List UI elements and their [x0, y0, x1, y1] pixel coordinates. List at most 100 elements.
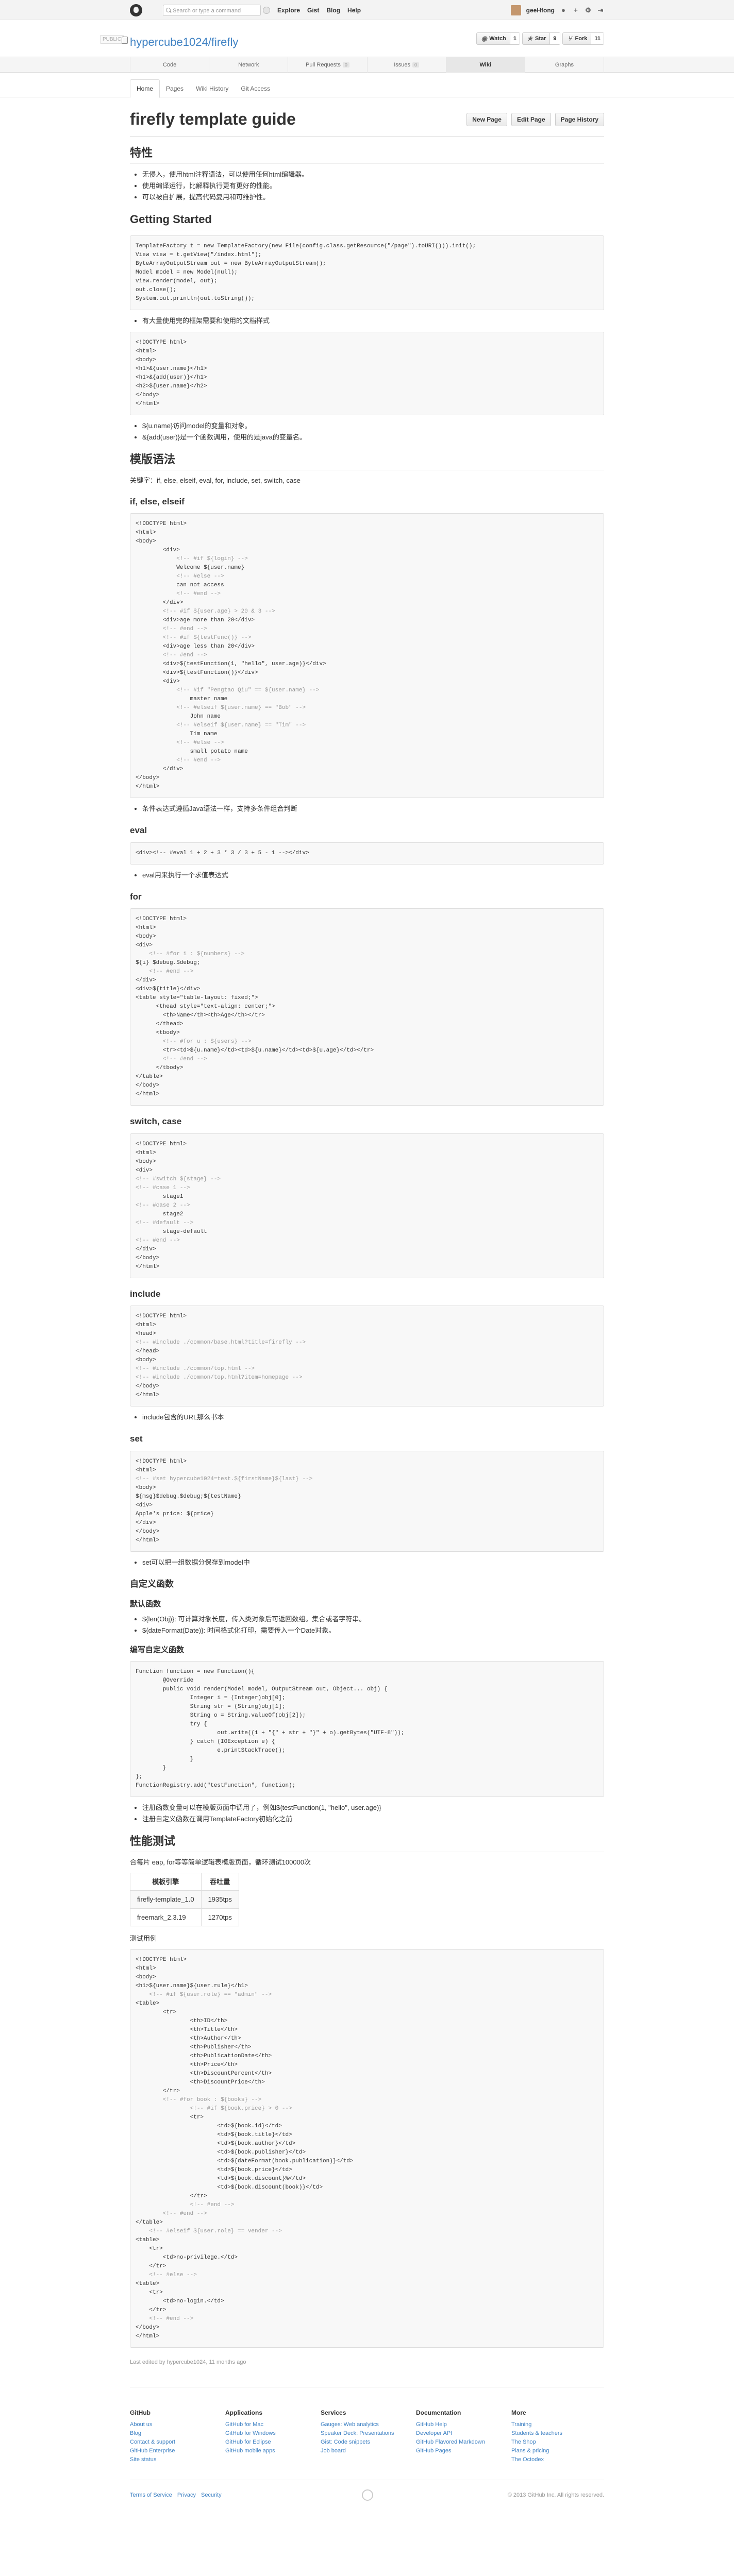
footer-link[interactable]: GitHub Enterprise — [130, 2447, 220, 2455]
code-line: <body> — [136, 934, 156, 940]
footer-link[interactable]: Job board — [321, 2447, 411, 2455]
security-link[interactable]: Security — [201, 2491, 222, 2500]
footer-columns: GitHub About us Blog Contact & support GitHu… — [130, 2408, 604, 2464]
tab-issues[interactable]: Issues 0 — [368, 57, 446, 73]
footer-link[interactable]: The Shop — [511, 2438, 602, 2447]
tab-code[interactable]: Code — [130, 57, 210, 73]
function-notes: 注册函数变量可以在模版页面中调用了，例如${testFunction(1, "h… — [142, 1802, 604, 1825]
github-logo-icon[interactable] — [130, 4, 142, 16]
code-line: }; — [136, 1774, 143, 1780]
footer-link[interactable]: GitHub Help — [416, 2420, 506, 2429]
code-line: <!-- #for i : ${numbers} --> — [136, 951, 245, 957]
tab-network[interactable]: Network — [209, 57, 289, 73]
tab-wiki[interactable]: Wiki — [446, 57, 525, 73]
star-count[interactable]: 9 — [549, 33, 560, 44]
search-scope-toggle-icon[interactable] — [263, 6, 270, 14]
code-block: TemplateFactory t = new TemplateFactory(… — [130, 235, 604, 310]
code-line: <!-- #include ./common/base.html?title=f… — [136, 1340, 306, 1346]
nav-explore[interactable]: Explore — [277, 6, 300, 15]
code-line: stage-default — [136, 1228, 207, 1235]
tab-graphs[interactable]: Graphs — [525, 57, 605, 73]
code-line: <!-- #end --> — [136, 1237, 180, 1244]
code-line: </tbody> — [136, 1065, 184, 1071]
wiki-tab-home[interactable]: Home — [130, 79, 160, 98]
footer-link[interactable]: GitHub mobile apps — [225, 2447, 315, 2455]
tab-issues-label: Issues — [394, 62, 410, 68]
code-block: <!DOCTYPE html> <html> <body> <div> <!-- #sw… — [130, 1133, 604, 1278]
settings-icon[interactable]: ⚙ — [585, 6, 592, 14]
watch-button[interactable]: ◉ Watch 1 — [476, 32, 520, 45]
footer-link[interactable]: GitHub for Mac — [225, 2420, 315, 2429]
repo-owner-link[interactable]: hypercube1024 — [130, 33, 208, 50]
footer-link[interactable]: Training — [511, 2420, 602, 2429]
code-line: </html> — [136, 1091, 160, 1097]
code-line: <!-- #else --> — [136, 2272, 197, 2278]
code-line: can not access — [136, 582, 224, 588]
nav-help[interactable]: Help — [347, 6, 361, 15]
table-cell: freemark_2.3.19 — [130, 1908, 202, 1926]
edit-page-button[interactable]: Edit Page — [511, 113, 551, 126]
footer-link[interactable]: Speaker Deck: Presentations — [321, 2429, 411, 2438]
footer-link[interactable]: The Octodex — [511, 2455, 602, 2464]
code-line: <table> — [136, 2236, 160, 2243]
create-new-icon[interactable]: + — [572, 6, 579, 14]
code-line: </div> — [136, 766, 184, 772]
notifications-icon[interactable]: ● — [560, 6, 567, 14]
footer-link[interactable]: Contact & support — [130, 2438, 220, 2447]
new-page-button[interactable]: New Page — [466, 113, 507, 126]
code-line: </tr> — [136, 2307, 166, 2313]
terms-link[interactable]: Terms of Service — [130, 2491, 172, 2500]
code-line: <div>${testFunction()}</div> — [136, 670, 258, 676]
code-line: <!-- #default --> — [136, 1219, 194, 1226]
code-line: <th>Name</th><th>Age</th></tr> — [136, 1012, 265, 1019]
star-button[interactable]: ★ Star 9 — [522, 32, 560, 45]
tab-pull-requests[interactable]: Pull Requests 0 — [288, 57, 368, 73]
footer-link[interactable]: GitHub Pages — [416, 2447, 506, 2455]
code-line: <body> — [136, 1974, 156, 1980]
footer-link[interactable]: Developer API — [416, 2429, 506, 2438]
footer-link[interactable]: Blog — [130, 2429, 220, 2438]
code-line: <html> — [136, 1965, 156, 1972]
footer-column: GitHub About us Blog Contact & support GitHu… — [130, 2408, 220, 2464]
code-line: <!DOCTYPE html> — [136, 340, 187, 346]
eval-notes: eval用来执行一个求值表达式 — [142, 870, 604, 881]
avatar[interactable] — [510, 5, 521, 15]
code-line: <!-- #end --> — [136, 652, 207, 658]
fork-button[interactable]: ⑂ Fork 11 — [562, 32, 604, 45]
footer-link[interactable]: GitHub Flavored Markdown — [416, 2438, 506, 2447]
wiki-tab-history[interactable]: Wiki History — [190, 80, 235, 97]
footer-link[interactable]: Gauges: Web analytics — [321, 2420, 411, 2429]
tab-pulls-label: Pull Requests — [305, 62, 341, 68]
heading-syntax: 模版语法 — [130, 451, 604, 470]
search-input[interactable]: Search or type a command — [163, 4, 261, 16]
code-line: <td>${book.publisher}</td> — [136, 2149, 306, 2156]
footer-link[interactable]: Students & teachers — [511, 2429, 602, 2438]
footer-link[interactable]: About us — [130, 2420, 220, 2429]
nav-gist[interactable]: Gist — [307, 6, 319, 15]
footer-link[interactable]: GitHub for Eclipse — [225, 2438, 315, 2447]
code-line: <!-- #elseif ${user.name} == "Bob" --> — [136, 705, 306, 711]
fork-count[interactable]: 11 — [591, 33, 604, 44]
footer-link[interactable]: Plans & pricing — [511, 2447, 602, 2455]
footer-link[interactable]: Gist: Code snippets — [321, 2438, 411, 2447]
repo-name-link[interactable]: firefly — [211, 33, 239, 50]
code-line: e.printStackTrace(); — [136, 1748, 286, 1754]
page-history-button[interactable]: Page History — [555, 113, 604, 126]
code-block: <div><!-- #eval 1 + 2 + 3 * 3 / 3 + 5 - … — [130, 842, 604, 865]
footer-link[interactable]: Site status — [130, 2455, 220, 2464]
wiki-tab-pages[interactable]: Pages — [160, 80, 190, 97]
code-line: <body> — [136, 1158, 156, 1165]
code-line: </body> — [136, 1255, 160, 1261]
code-line: <!-- #switch ${stage} --> — [136, 1176, 221, 1182]
privacy-link[interactable]: Privacy — [177, 2491, 196, 2500]
sign-out-icon[interactable]: ⇥ — [597, 6, 604, 14]
watch-count[interactable]: 1 — [509, 33, 520, 44]
footer-link[interactable]: GitHub for Windows — [225, 2429, 315, 2438]
octocat-icon[interactable] — [362, 2489, 373, 2501]
set-notes: set可以把一组数据分保存到model中 — [142, 1557, 604, 1568]
username-link[interactable]: geeHfong — [526, 6, 555, 15]
code-line: <th>Publisher</th> — [136, 2044, 252, 2050]
code-line: <div> — [136, 1167, 153, 1174]
nav-blog[interactable]: Blog — [326, 6, 340, 15]
wiki-tab-git-access[interactable]: Git Access — [235, 80, 276, 97]
